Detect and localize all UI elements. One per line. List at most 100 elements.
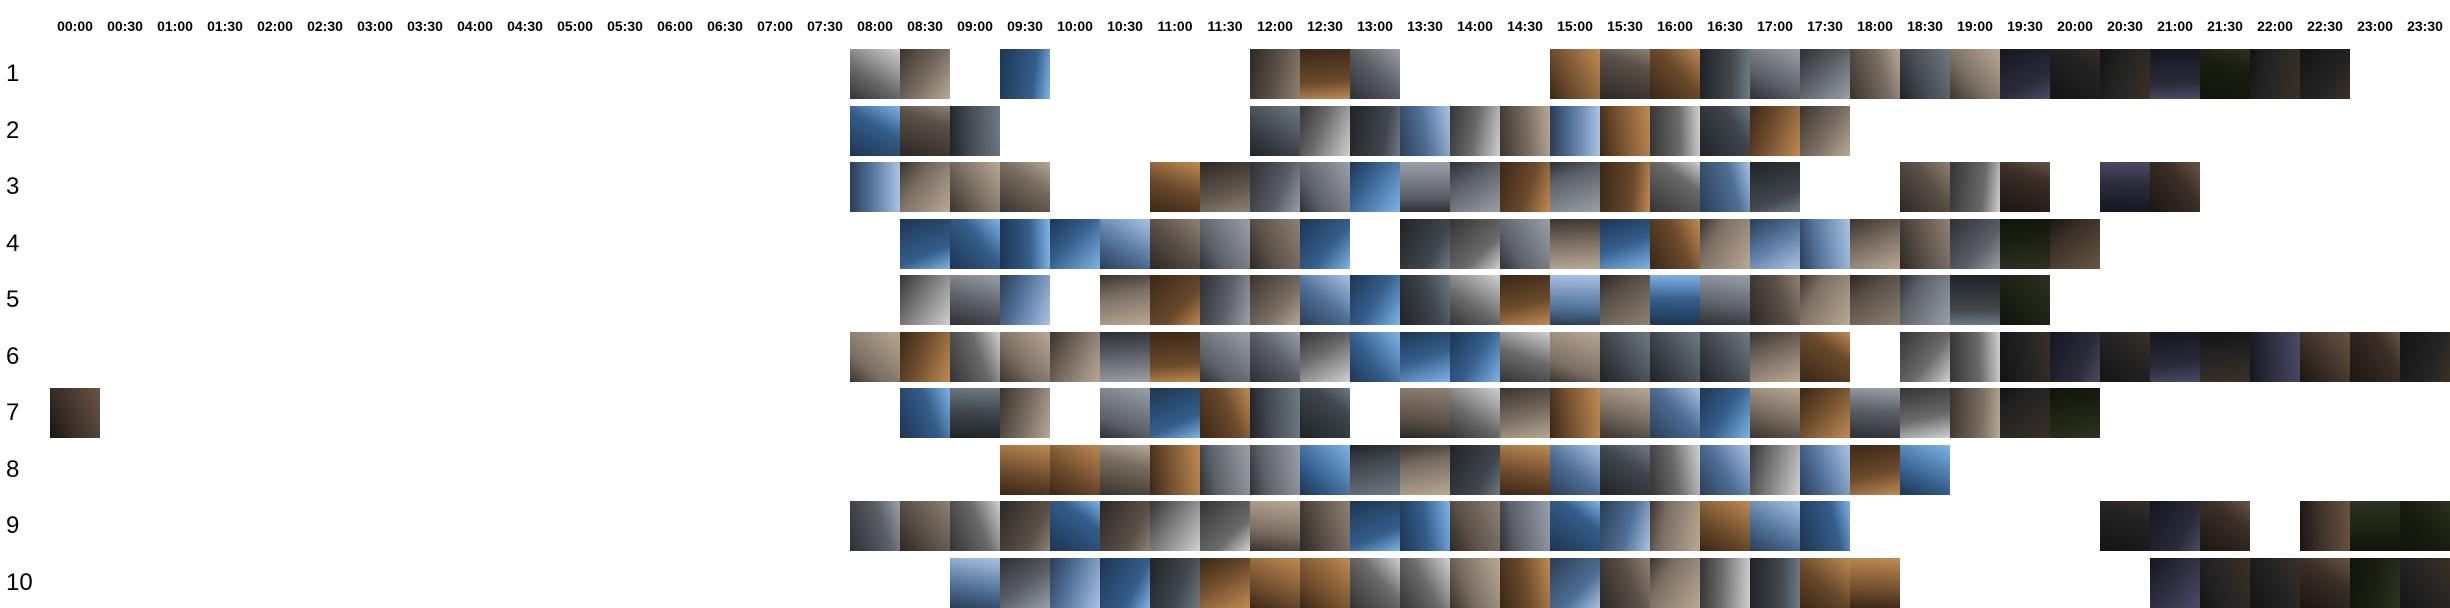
thumbnail-image[interactable] — [1350, 162, 1400, 212]
thumbnail-image[interactable] — [1500, 388, 1550, 438]
thumbnail-image[interactable] — [2150, 49, 2200, 99]
thumbnail-image[interactable] — [2050, 332, 2100, 382]
thumbnail-image[interactable] — [2400, 501, 2450, 551]
thumbnail-image[interactable] — [1150, 558, 1200, 608]
thumbnail-image[interactable] — [1350, 275, 1400, 325]
thumbnail-image[interactable] — [1150, 332, 1200, 382]
thumbnail-image[interactable] — [1250, 162, 1300, 212]
thumbnail-image[interactable] — [2200, 49, 2250, 99]
thumbnail-image[interactable] — [1200, 501, 1250, 551]
thumbnail-image[interactable] — [1450, 332, 1500, 382]
thumbnail-image[interactable] — [2100, 162, 2150, 212]
thumbnail-image[interactable] — [1900, 219, 1950, 269]
thumbnail-image[interactable] — [2350, 558, 2400, 608]
thumbnail-image[interactable] — [2050, 219, 2100, 269]
thumbnail-image[interactable] — [1750, 162, 1800, 212]
thumbnail-image[interactable] — [1350, 49, 1400, 99]
thumbnail-image[interactable] — [1200, 388, 1250, 438]
thumbnail-image[interactable] — [1000, 219, 1050, 269]
thumbnail-image[interactable] — [2050, 388, 2100, 438]
thumbnail-image[interactable] — [2400, 332, 2450, 382]
thumbnail-image[interactable] — [1450, 162, 1500, 212]
thumbnail-image[interactable] — [950, 558, 1000, 608]
thumbnail-image[interactable] — [1450, 275, 1500, 325]
thumbnail-image[interactable] — [2350, 332, 2400, 382]
thumbnail-image[interactable] — [1200, 162, 1250, 212]
thumbnail-image[interactable] — [900, 49, 950, 99]
thumbnail-image[interactable] — [1950, 219, 2000, 269]
thumbnail-image[interactable] — [1200, 558, 1250, 608]
thumbnail-image[interactable] — [1300, 332, 1350, 382]
thumbnail-image[interactable] — [2400, 558, 2450, 608]
thumbnail-image[interactable] — [1450, 106, 1500, 156]
thumbnail-image[interactable] — [2100, 49, 2150, 99]
thumbnail-image[interactable] — [1600, 388, 1650, 438]
thumbnail-image[interactable] — [1300, 49, 1350, 99]
thumbnail-image[interactable] — [1450, 388, 1500, 438]
thumbnail-image[interactable] — [1850, 445, 1900, 495]
thumbnail-image[interactable] — [2200, 332, 2250, 382]
thumbnail-image[interactable] — [1850, 275, 1900, 325]
thumbnail-image[interactable] — [1400, 332, 1450, 382]
thumbnail-image[interactable] — [1850, 49, 1900, 99]
thumbnail-image[interactable] — [2150, 558, 2200, 608]
thumbnail-image[interactable] — [2200, 558, 2250, 608]
thumbnail-image[interactable] — [1950, 162, 2000, 212]
thumbnail-image[interactable] — [1250, 219, 1300, 269]
thumbnail-image[interactable] — [1600, 445, 1650, 495]
thumbnail-image[interactable] — [850, 106, 900, 156]
thumbnail-image[interactable] — [1500, 558, 1550, 608]
thumbnail-image[interactable] — [1800, 106, 1850, 156]
thumbnail-image[interactable] — [1650, 162, 1700, 212]
thumbnail-image[interactable] — [1700, 445, 1750, 495]
thumbnail-image[interactable] — [1950, 49, 2000, 99]
thumbnail-image[interactable] — [2100, 501, 2150, 551]
thumbnail-image[interactable] — [1250, 106, 1300, 156]
thumbnail-image[interactable] — [850, 49, 900, 99]
thumbnail-image[interactable] — [1400, 106, 1450, 156]
thumbnail-image[interactable] — [1750, 49, 1800, 99]
thumbnail-image[interactable] — [1950, 332, 2000, 382]
thumbnail-image[interactable] — [1550, 388, 1600, 438]
thumbnail-image[interactable] — [950, 106, 1000, 156]
thumbnail-image[interactable] — [1850, 558, 1900, 608]
thumbnail-image[interactable] — [1600, 501, 1650, 551]
thumbnail-image[interactable] — [1300, 388, 1350, 438]
thumbnail-image[interactable] — [1700, 558, 1750, 608]
thumbnail-image[interactable] — [1050, 558, 1100, 608]
thumbnail-image[interactable] — [1500, 332, 1550, 382]
thumbnail-image[interactable] — [2300, 332, 2350, 382]
thumbnail-image[interactable] — [1900, 332, 1950, 382]
thumbnail-image[interactable] — [1200, 445, 1250, 495]
thumbnail-image[interactable] — [1150, 275, 1200, 325]
thumbnail-image[interactable] — [1000, 501, 1050, 551]
thumbnail-image[interactable] — [1550, 501, 1600, 551]
thumbnail-image[interactable] — [1650, 106, 1700, 156]
thumbnail-image[interactable] — [1700, 162, 1750, 212]
thumbnail-image[interactable] — [1150, 162, 1200, 212]
thumbnail-image[interactable] — [1550, 332, 1600, 382]
thumbnail-image[interactable] — [1800, 332, 1850, 382]
thumbnail-image[interactable] — [1800, 275, 1850, 325]
thumbnail-image[interactable] — [1800, 445, 1850, 495]
thumbnail-image[interactable] — [2100, 332, 2150, 382]
thumbnail-image[interactable] — [900, 275, 950, 325]
thumbnail-image[interactable] — [900, 332, 950, 382]
thumbnail-image[interactable] — [1900, 162, 1950, 212]
thumbnail-image[interactable] — [1850, 219, 1900, 269]
thumbnail-image[interactable] — [1750, 219, 1800, 269]
thumbnail-image[interactable] — [1600, 219, 1650, 269]
thumbnail-image[interactable] — [1400, 219, 1450, 269]
thumbnail-image[interactable] — [1050, 332, 1100, 382]
thumbnail-image[interactable] — [1900, 445, 1950, 495]
thumbnail-image[interactable] — [1400, 445, 1450, 495]
thumbnail-image[interactable] — [1300, 501, 1350, 551]
thumbnail-image[interactable] — [950, 219, 1000, 269]
thumbnail-image[interactable] — [1050, 501, 1100, 551]
thumbnail-image[interactable] — [1100, 275, 1150, 325]
thumbnail-image[interactable] — [2000, 49, 2050, 99]
thumbnail-image[interactable] — [950, 332, 1000, 382]
thumbnail-image[interactable] — [1650, 219, 1700, 269]
thumbnail-image[interactable] — [2150, 501, 2200, 551]
thumbnail-image[interactable] — [1000, 558, 1050, 608]
